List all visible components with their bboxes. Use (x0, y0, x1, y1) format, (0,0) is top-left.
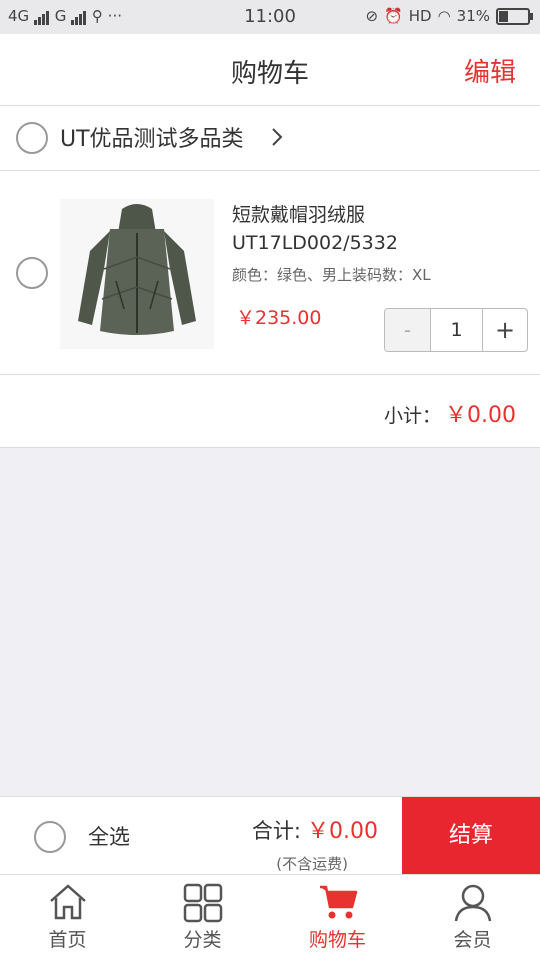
product-name[interactable]: 短款戴帽羽绒服 UT17LD002/5332 (232, 201, 522, 257)
cart-item: 短款戴帽羽绒服 UT17LD002/5332 颜色：绿色、男上装码数：XL ￥2… (0, 171, 540, 375)
chevron-right-icon (272, 128, 283, 146)
tab-home-label: 首页 (48, 929, 87, 951)
item-select-radio[interactable] (16, 257, 48, 289)
subtotal: 小计： ￥0.00 (384, 397, 516, 429)
total: 合计: ￥0.00 (不含运费) (251, 813, 378, 873)
product-spec: 颜色：绿色、男上装码数：XL (232, 266, 431, 284)
subtotal-value: ￥0.00 (445, 403, 516, 428)
shop-row[interactable]: UT优品测试多品类 (0, 106, 540, 171)
tab-member-label: 会员 (453, 929, 492, 951)
jacket-image-icon (60, 199, 214, 349)
tab-member[interactable]: 会员 (405, 875, 540, 961)
product-price: ￥235.00 (236, 307, 322, 329)
total-value: ￥0.00 (307, 819, 378, 844)
shop-name[interactable]: UT优品测试多品类 (60, 121, 244, 153)
shop-select-radio[interactable] (16, 122, 48, 154)
page-title: 购物车 (230, 59, 309, 89)
battery-icon (496, 7, 533, 25)
home-icon (49, 884, 86, 920)
product-image[interactable] (60, 199, 214, 349)
alarm-icon: ⏰ (384, 7, 403, 25)
quantity-value[interactable]: 1 (431, 309, 483, 351)
tab-cart[interactable]: 购物车 (270, 875, 405, 961)
tab-category[interactable]: 分类 (135, 875, 270, 961)
subtotal-label: 小计： (383, 405, 441, 427)
shipping-note: (不含运费) (276, 855, 348, 873)
status-right: ⊘ ⏰ HD ◠ 31% (365, 7, 533, 25)
battery-percent: 31% (456, 7, 490, 25)
header: 购物车 编辑 (0, 34, 540, 106)
checkout-bar: 全选 合计: ￥0.00 (不含运费) 结算 (0, 796, 540, 875)
wifi-icon: ◠ (437, 7, 451, 25)
status-bar: 4G G ⚲ ··· 11:00 ⊘ ⏰ HD ◠ 31% (0, 0, 540, 34)
select-all-label[interactable]: 全选 (88, 821, 130, 851)
subtotal-row: 小计： ￥0.00 (0, 375, 540, 448)
tab-category-label: 分类 (183, 929, 222, 951)
tab-home[interactable]: 首页 (0, 875, 135, 961)
tab-cart-label: 购物车 (308, 929, 366, 951)
select-all-radio[interactable] (34, 821, 66, 853)
edit-button[interactable]: 编辑 (464, 52, 516, 89)
decrease-quantity-button[interactable]: - (385, 309, 431, 351)
mute-icon: ⊘ (365, 7, 379, 25)
user-icon (454, 884, 491, 922)
increase-quantity-button[interactable]: + (483, 309, 527, 351)
grid-icon (183, 883, 222, 923)
tab-bar: 首页 分类 购物车 会员 (0, 874, 540, 961)
checkout-button[interactable]: 结算 (402, 797, 540, 875)
quantity-stepper: - 1 + (384, 308, 528, 352)
total-label: 合计: (251, 819, 301, 843)
cart-icon (319, 885, 357, 919)
hd-label: HD (408, 7, 432, 25)
